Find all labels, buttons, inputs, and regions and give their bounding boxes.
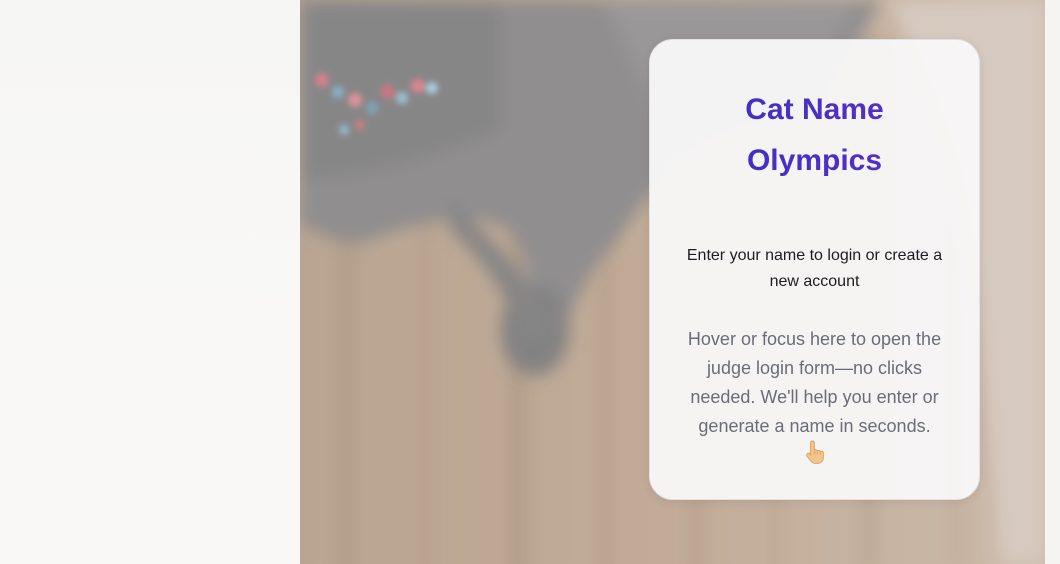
login-page: Cat Name Olympics Enter your name to log… xyxy=(0,0,1060,564)
hover-hint-text[interactable]: Hover or focus here to open the judge lo… xyxy=(686,325,943,441)
login-card[interactable]: Cat Name Olympics Enter your name to log… xyxy=(649,39,980,500)
login-instructions: Enter your name to login or create a new… xyxy=(686,247,943,290)
pointing-hand-icon xyxy=(805,440,824,464)
left-blank-panel xyxy=(0,0,300,564)
right-edge-strip xyxy=(1045,0,1060,564)
app-title-line-2: Olympics xyxy=(746,144,883,177)
app-title-line-1: Cat Name xyxy=(745,93,884,126)
app-title: Cat Name Olympics xyxy=(686,84,943,186)
